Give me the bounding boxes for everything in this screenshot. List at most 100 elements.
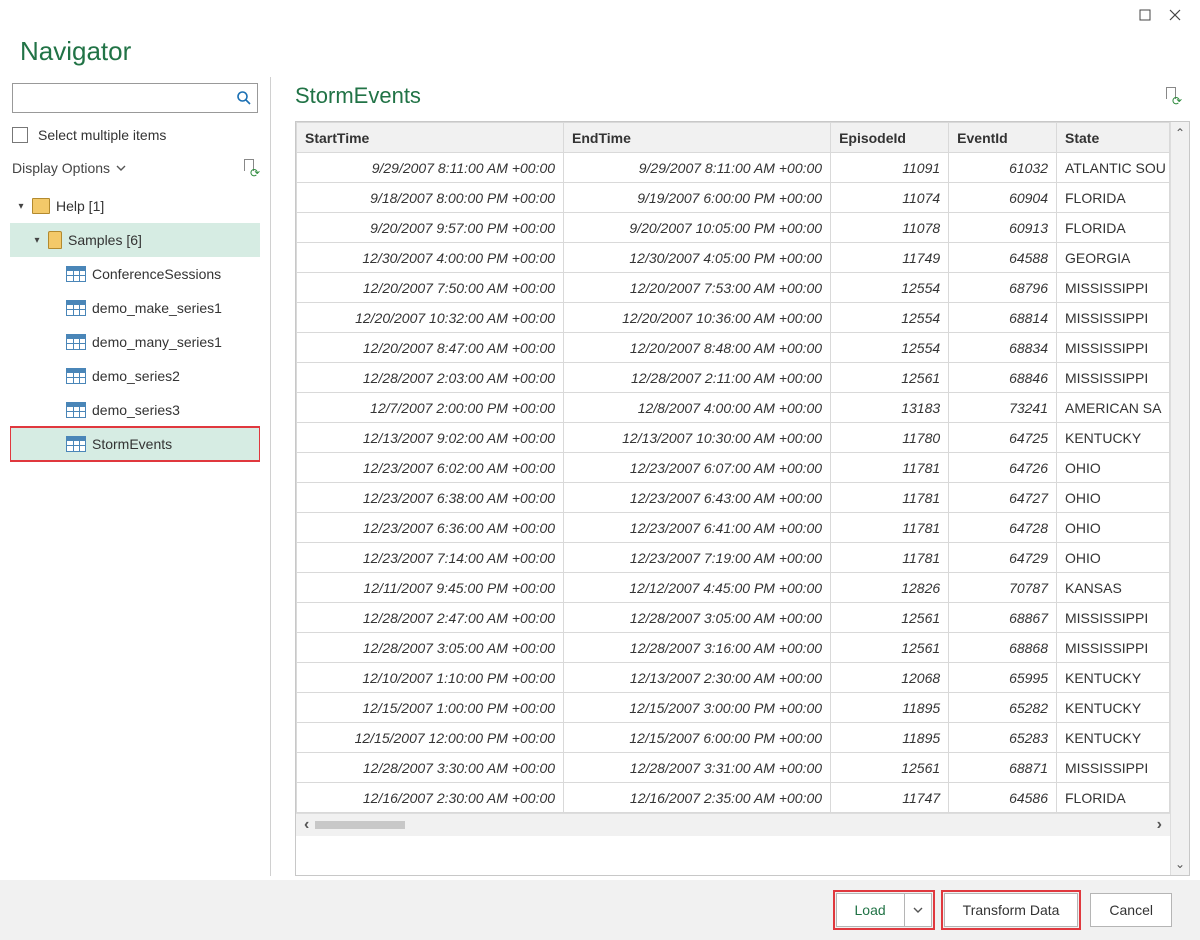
table-cell: 60904 bbox=[949, 183, 1057, 213]
table-cell: 61032 bbox=[949, 153, 1057, 183]
table-row[interactable]: 12/20/2007 8:47:00 AM +00:0012/20/2007 8… bbox=[297, 333, 1170, 363]
table-cell: KENTUCKY bbox=[1057, 693, 1170, 723]
column-header[interactable]: EventId bbox=[949, 123, 1057, 153]
table-cell: 12/13/2007 2:30:00 AM +00:00 bbox=[564, 663, 831, 693]
load-split-button[interactable]: Load bbox=[836, 893, 932, 927]
column-header[interactable]: StartTime bbox=[297, 123, 564, 153]
table-cell: 12/28/2007 2:11:00 AM +00:00 bbox=[564, 363, 831, 393]
table-cell: 11780 bbox=[831, 423, 949, 453]
tree-table-demo_series3[interactable]: demo_series3 bbox=[10, 393, 260, 427]
scroll-left-icon[interactable]: ‹ bbox=[304, 816, 309, 834]
scroll-right-icon[interactable]: › bbox=[1157, 816, 1162, 834]
table-cell: 9/20/2007 10:05:00 PM +00:00 bbox=[564, 213, 831, 243]
table-icon bbox=[66, 300, 86, 316]
table-row[interactable]: 12/11/2007 9:45:00 PM +00:0012/12/2007 4… bbox=[297, 573, 1170, 603]
tree-db-samples[interactable]: ▾ Samples [6] bbox=[10, 223, 260, 257]
vertical-scrollbar[interactable]: ⌃ ⌄ bbox=[1170, 122, 1189, 875]
cancel-button[interactable]: Cancel bbox=[1090, 893, 1172, 927]
tree-root-help[interactable]: ▾ Help [1] bbox=[10, 189, 260, 223]
search-icon[interactable] bbox=[236, 90, 252, 106]
select-multiple-label: Select multiple items bbox=[38, 127, 166, 143]
chevron-down-icon bbox=[913, 907, 923, 913]
table-row[interactable]: 12/28/2007 2:03:00 AM +00:0012/28/2007 2… bbox=[297, 363, 1170, 393]
table-cell: KANSAS bbox=[1057, 573, 1170, 603]
table-cell: 9/20/2007 9:57:00 PM +00:00 bbox=[297, 213, 564, 243]
table-cell: OHIO bbox=[1057, 453, 1170, 483]
table-cell: 12/28/2007 3:05:00 AM +00:00 bbox=[297, 633, 564, 663]
table-cell: 70787 bbox=[949, 573, 1057, 603]
table-cell: 11074 bbox=[831, 183, 949, 213]
maximize-button[interactable] bbox=[1130, 0, 1160, 30]
table-cell: MISSISSIPPI bbox=[1057, 753, 1170, 783]
table-cell: 12/7/2007 2:00:00 PM +00:00 bbox=[297, 393, 564, 423]
column-header[interactable]: EndTime bbox=[564, 123, 831, 153]
table-cell: 12/13/2007 9:02:00 AM +00:00 bbox=[297, 423, 564, 453]
table-cell: 60913 bbox=[949, 213, 1057, 243]
table-row[interactable]: 12/7/2007 2:00:00 PM +00:0012/8/2007 4:0… bbox=[297, 393, 1170, 423]
table-cell: 11091 bbox=[831, 153, 949, 183]
horizontal-scrollbar[interactable]: ‹ › bbox=[296, 813, 1170, 836]
table-cell: MISSISSIPPI bbox=[1057, 273, 1170, 303]
scroll-down-icon[interactable]: ⌄ bbox=[1175, 857, 1185, 871]
table-cell: 12561 bbox=[831, 363, 949, 393]
table-cell: OHIO bbox=[1057, 513, 1170, 543]
table-cell: 64727 bbox=[949, 483, 1057, 513]
tree-table-stormevents[interactable]: StormEvents bbox=[10, 427, 260, 461]
table-row[interactable]: 9/18/2007 8:00:00 PM +00:009/19/2007 6:0… bbox=[297, 183, 1170, 213]
table-row[interactable]: 12/15/2007 1:00:00 PM +00:0012/15/2007 3… bbox=[297, 693, 1170, 723]
load-button[interactable]: Load bbox=[836, 893, 904, 927]
tree-table-demo_series2[interactable]: demo_series2 bbox=[10, 359, 260, 393]
table-cell: 12/15/2007 12:00:00 PM +00:00 bbox=[297, 723, 564, 753]
load-dropdown-button[interactable] bbox=[904, 893, 932, 927]
table-row[interactable]: 12/13/2007 9:02:00 AM +00:0012/13/2007 1… bbox=[297, 423, 1170, 453]
table-cell: 12/20/2007 10:32:00 AM +00:00 bbox=[297, 303, 564, 333]
transform-data-button[interactable]: Transform Data bbox=[944, 893, 1079, 927]
tree-table-label: ConferenceSessions bbox=[92, 266, 221, 282]
table-row[interactable]: 12/30/2007 4:00:00 PM +00:0012/30/2007 4… bbox=[297, 243, 1170, 273]
table-cell: 9/29/2007 8:11:00 AM +00:00 bbox=[564, 153, 831, 183]
table-cell: 68834 bbox=[949, 333, 1057, 363]
tree-table-label: demo_make_series1 bbox=[92, 300, 222, 316]
table-cell: MISSISSIPPI bbox=[1057, 633, 1170, 663]
table-row[interactable]: 12/20/2007 10:32:00 AM +00:0012/20/2007 … bbox=[297, 303, 1170, 333]
tree-table-conferencesessions[interactable]: ConferenceSessions bbox=[10, 257, 260, 291]
table-cell: 11781 bbox=[831, 483, 949, 513]
search-input[interactable] bbox=[12, 83, 258, 113]
table-row[interactable]: 12/23/2007 6:36:00 AM +00:0012/23/2007 6… bbox=[297, 513, 1170, 543]
table-row[interactable]: 12/20/2007 7:50:00 AM +00:0012/20/2007 7… bbox=[297, 273, 1170, 303]
table-cell: MISSISSIPPI bbox=[1057, 363, 1170, 393]
close-button[interactable] bbox=[1160, 0, 1190, 30]
table-cell: FLORIDA bbox=[1057, 183, 1170, 213]
select-multiple-checkbox[interactable]: Select multiple items bbox=[10, 123, 260, 153]
table-row[interactable]: 12/16/2007 2:30:00 AM +00:0012/16/2007 2… bbox=[297, 783, 1170, 813]
table-cell: 68867 bbox=[949, 603, 1057, 633]
table-row[interactable]: 12/23/2007 6:02:00 AM +00:0012/23/2007 6… bbox=[297, 453, 1170, 483]
refresh-tree-icon[interactable] bbox=[242, 159, 258, 177]
table-row[interactable]: 12/10/2007 1:10:00 PM +00:0012/13/2007 2… bbox=[297, 663, 1170, 693]
table-cell: 12/20/2007 8:48:00 AM +00:00 bbox=[564, 333, 831, 363]
table-cell: 9/29/2007 8:11:00 AM +00:00 bbox=[297, 153, 564, 183]
table-icon bbox=[66, 436, 86, 452]
table-row[interactable]: 12/28/2007 2:47:00 AM +00:0012/28/2007 3… bbox=[297, 603, 1170, 633]
table-row[interactable]: 12/15/2007 12:00:00 PM +00:0012/15/2007 … bbox=[297, 723, 1170, 753]
table-cell: 12561 bbox=[831, 633, 949, 663]
table-cell: 12/13/2007 10:30:00 AM +00:00 bbox=[564, 423, 831, 453]
table-row[interactable]: 12/28/2007 3:30:00 AM +00:0012/28/2007 3… bbox=[297, 753, 1170, 783]
table-row[interactable]: 9/20/2007 9:57:00 PM +00:009/20/2007 10:… bbox=[297, 213, 1170, 243]
tree-table-demo_make_series1[interactable]: demo_make_series1 bbox=[10, 291, 260, 325]
column-header[interactable]: EpisodeId bbox=[831, 123, 949, 153]
table-row[interactable]: 12/23/2007 6:38:00 AM +00:0012/23/2007 6… bbox=[297, 483, 1170, 513]
refresh-preview-icon[interactable] bbox=[1164, 87, 1180, 105]
table-row[interactable]: 12/23/2007 7:14:00 AM +00:0012/23/2007 7… bbox=[297, 543, 1170, 573]
scroll-up-icon[interactable]: ⌃ bbox=[1175, 126, 1185, 140]
table-cell: 11781 bbox=[831, 453, 949, 483]
preview-table: StartTimeEndTimeEpisodeIdEventIdState 9/… bbox=[296, 122, 1170, 813]
table-row[interactable]: 12/28/2007 3:05:00 AM +00:0012/28/2007 3… bbox=[297, 633, 1170, 663]
display-options-dropdown[interactable]: Display Options bbox=[12, 160, 126, 176]
column-header[interactable]: State bbox=[1057, 123, 1170, 153]
table-cell: 64726 bbox=[949, 453, 1057, 483]
table-row[interactable]: 9/29/2007 8:11:00 AM +00:009/29/2007 8:1… bbox=[297, 153, 1170, 183]
tree-table-label: demo_series3 bbox=[92, 402, 180, 418]
tree-table-demo_many_series1[interactable]: demo_many_series1 bbox=[10, 325, 260, 359]
table-cell: 68796 bbox=[949, 273, 1057, 303]
